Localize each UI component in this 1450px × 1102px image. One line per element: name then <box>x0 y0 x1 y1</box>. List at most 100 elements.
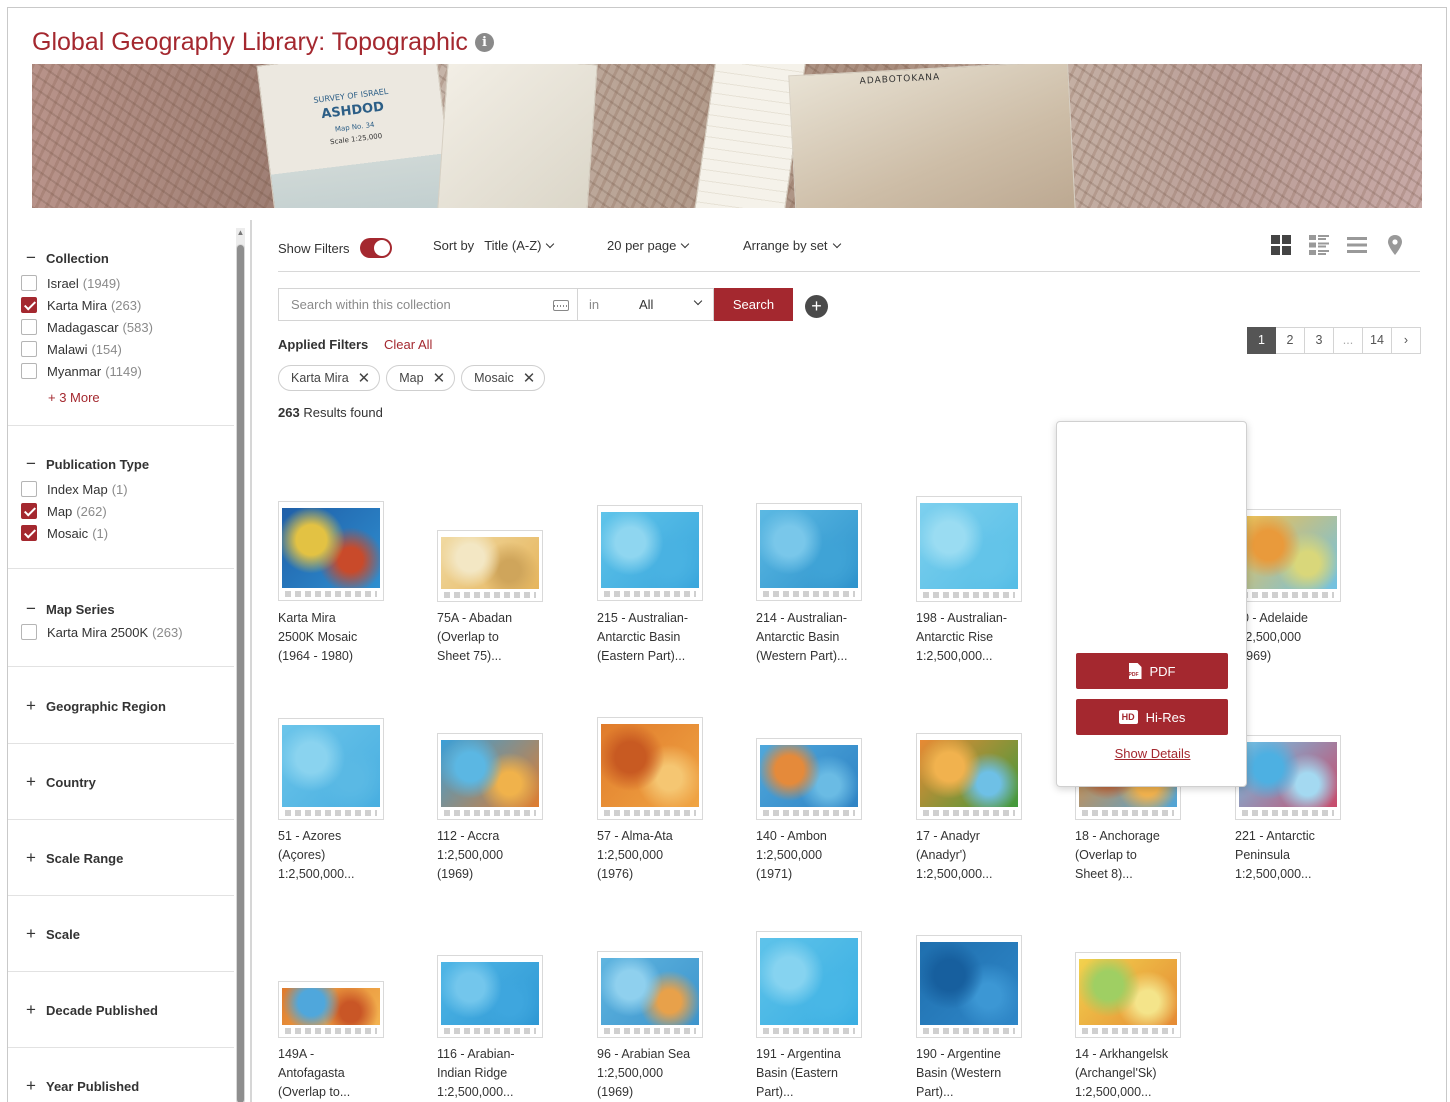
result-title[interactable]: 18 - Anchorage (Overlap to Sheet 8)... <box>1075 827 1215 884</box>
checkbox[interactable] <box>21 275 37 291</box>
result-title[interactable]: 75A - Abadan (Overlap to Sheet 75)... <box>437 609 577 666</box>
filter-group-header[interactable]: − Map Series <box>24 599 115 619</box>
map-thumbnail[interactable] <box>437 530 543 602</box>
toggle-switch[interactable] <box>359 238 392 258</box>
result-title[interactable]: 57 - Alma-Ata 1:2,500,000 (1976) <box>597 827 737 884</box>
result-title[interactable]: 215 - Australian- Antarctic Basin (Easte… <box>597 609 737 666</box>
page-button[interactable]: 3 <box>1305 327 1334 354</box>
next-page-button[interactable]: › <box>1392 327 1421 354</box>
checkbox-checked[interactable] <box>21 297 37 313</box>
checkbox-checked[interactable] <box>21 525 37 541</box>
filter-option[interactable]: Myanmar (1149) <box>21 363 142 379</box>
result-title[interactable]: 96 - Arabian Sea 1:2,500,000 (1969) <box>597 1045 737 1102</box>
result-title[interactable]: 190 - Argentine Basin (Western Part)... <box>916 1045 1056 1102</box>
filter-option[interactable]: Madagascar (583) <box>21 319 153 335</box>
filter-option[interactable]: Israel (1949) <box>21 275 120 291</box>
map-thumbnail[interactable] <box>597 717 703 820</box>
result-title[interactable]: 116 - Arabian- Indian Ridge 1:2,500,000.… <box>437 1045 577 1102</box>
page-button[interactable]: 2 <box>1276 327 1305 354</box>
add-search-term-button[interactable]: + <box>805 295 828 318</box>
map-thumbnail[interactable] <box>437 955 543 1038</box>
map-thumbnail[interactable] <box>756 738 862 820</box>
filter-option[interactable]: Malawi (154) <box>21 341 122 357</box>
sidebar-divider <box>250 220 252 1102</box>
page-button[interactable]: 1 <box>1247 327 1276 354</box>
filter-option[interactable]: Karta Mira 2500K (263) <box>21 624 183 640</box>
chevron-down-icon <box>681 239 690 249</box>
map-thumbnail[interactable] <box>916 935 1022 1038</box>
filter-group-header[interactable]: + Geographic Region <box>24 696 166 716</box>
pdf-download-button[interactable]: PDF <box>1076 653 1228 689</box>
filter-option[interactable]: Map (262) <box>21 503 107 519</box>
checkbox-checked[interactable] <box>21 503 37 519</box>
hires-download-button[interactable]: HD Hi-Res <box>1076 699 1228 735</box>
scroll-up-icon[interactable]: ▲ <box>236 228 245 238</box>
map-thumbnail[interactable] <box>1235 509 1341 602</box>
result-title[interactable]: 149A - Antofagasta (Overlap to... <box>278 1045 418 1102</box>
result-title[interactable]: 112 - Accra 1:2,500,000 (1969) <box>437 827 577 884</box>
scrollbar-thumb[interactable] <box>236 244 245 1102</box>
arrange-dropdown[interactable]: Arrange by set <box>743 238 841 253</box>
filter-group-header[interactable]: + Country <box>24 772 96 792</box>
filter-group-header[interactable]: + Scale Range <box>24 848 123 868</box>
map-thumbnail[interactable] <box>278 501 384 601</box>
map-thumbnail[interactable] <box>597 505 703 601</box>
page-button[interactable]: 14 <box>1363 327 1392 354</box>
search-button[interactable]: Search <box>714 288 793 321</box>
filter-option[interactable]: Mosaic (1) <box>21 525 108 541</box>
filter-group-header[interactable]: + Year Published <box>24 1076 139 1096</box>
checkbox[interactable] <box>21 319 37 335</box>
keyboard-icon[interactable] <box>553 300 569 311</box>
filter-option[interactable]: Index Map (1) <box>21 481 128 497</box>
map-thumbnail[interactable] <box>278 981 384 1038</box>
show-details-link[interactable]: Show Details <box>1057 746 1248 761</box>
search-input[interactable] <box>279 289 577 320</box>
info-icon[interactable]: i <box>474 33 494 52</box>
result-title[interactable]: 14 - Arkhangelsk (Archangel'Sk) 1:2,500,… <box>1075 1045 1215 1102</box>
map-thumbnail[interactable] <box>756 931 862 1038</box>
list-view-icon[interactable] <box>1346 234 1368 256</box>
sidebar-scrollbar[interactable]: ▲ <box>236 228 245 1102</box>
search-scope-select[interactable]: All <box>617 289 715 320</box>
result-title[interactable]: 221 - Antarctic Peninsula 1:2,500,000... <box>1235 827 1375 884</box>
filter-group-header[interactable]: − Collection <box>24 248 109 268</box>
result-title[interactable]: 51 - Azores (Açores) 1:2,500,000... <box>278 827 418 884</box>
per-page-dropdown[interactable]: 20 per page <box>607 238 690 253</box>
map-thumbnail[interactable] <box>1235 735 1341 820</box>
filter-group-header[interactable]: + Scale <box>24 924 80 944</box>
checkbox[interactable] <box>21 624 37 640</box>
results-count: 263 Results found <box>278 405 383 420</box>
result-title[interactable]: 140 - Ambon 1:2,500,000 (1971) <box>756 827 896 884</box>
filter-group-header[interactable]: + Decade Published <box>24 1000 158 1020</box>
filter-option-label: Index Map <box>47 481 108 497</box>
filter-group-header[interactable]: − Publication Type <box>24 454 149 474</box>
map-thumbnail[interactable] <box>916 733 1022 820</box>
map-pin-icon[interactable] <box>1384 234 1406 256</box>
map-thumbnail[interactable] <box>916 496 1022 602</box>
clear-all-link[interactable]: Clear All <box>384 337 432 352</box>
close-icon[interactable]: ✕ <box>358 369 371 387</box>
checkbox[interactable] <box>21 481 37 497</box>
result-title[interactable]: 17 - Anadyr (Anadyr') 1:2,500,000... <box>916 827 1056 884</box>
map-thumbnail[interactable] <box>1075 952 1181 1038</box>
checkbox[interactable] <box>21 363 37 379</box>
map-thumbnail[interactable] <box>278 718 384 820</box>
list-detail-view-icon[interactable] <box>1308 234 1330 256</box>
show-more-link[interactable]: + 3 More <box>48 390 100 405</box>
grid-view-icon[interactable] <box>1270 234 1292 256</box>
result-title[interactable]: 214 - Australian- Antarctic Basin (Weste… <box>756 609 896 666</box>
map-thumbnail[interactable] <box>597 951 703 1038</box>
result-title[interactable]: 198 - Australian- Antarctic Rise 1:2,500… <box>916 609 1056 666</box>
plus-icon: + <box>26 924 36 943</box>
result-title[interactable]: Karta Mira 2500K Mosaic (1964 - 1980) <box>278 609 418 666</box>
map-thumbnail[interactable] <box>756 503 862 601</box>
filter-option[interactable]: Karta Mira (263) <box>21 297 141 313</box>
close-icon[interactable]: ✕ <box>433 369 446 387</box>
result-title[interactable]: 30 - Adelaide 1:2,500,000 (1969) <box>1235 609 1375 666</box>
close-icon[interactable]: ✕ <box>523 369 536 387</box>
map-thumbnail[interactable] <box>437 733 543 820</box>
show-filters-toggle[interactable]: Show Filters <box>278 238 392 258</box>
sort-dropdown[interactable]: Sort by Title (A-Z) <box>433 238 555 253</box>
checkbox[interactable] <box>21 341 37 357</box>
result-title[interactable]: 191 - Argentina Basin (Eastern Part)... <box>756 1045 896 1102</box>
